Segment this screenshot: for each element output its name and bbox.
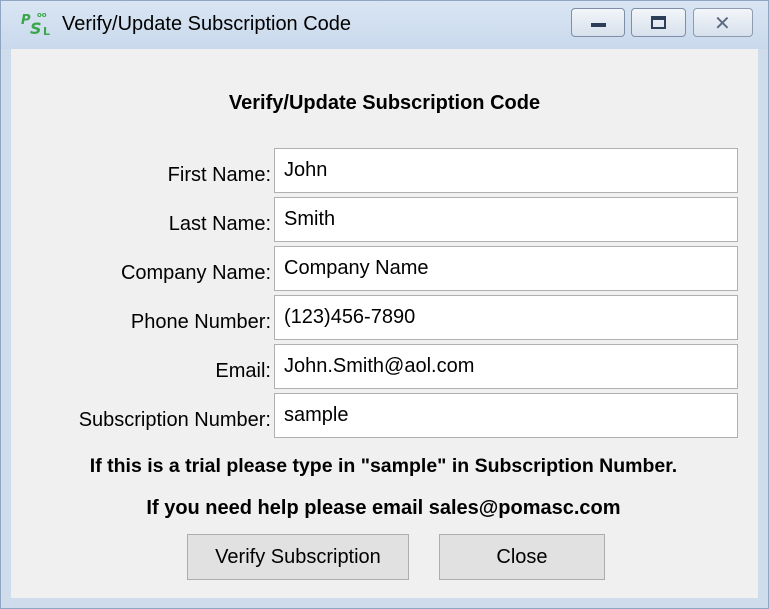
minimize-button[interactable] xyxy=(571,8,625,37)
verify-subscription-button[interactable]: Verify Subscription xyxy=(187,534,409,580)
close-button[interactable]: Close xyxy=(439,534,605,580)
minimize-icon xyxy=(591,23,606,27)
last-name-label: Last Name: xyxy=(168,213,271,235)
subscription-number-field[interactable] xyxy=(274,393,738,438)
help-note: If you need help please email sales@poma… xyxy=(146,497,621,519)
first-name-label: First Name: xyxy=(167,164,271,186)
phone-number-label: Phone Number: xyxy=(130,311,271,333)
dialog-heading: Verify/Update Subscription Code xyxy=(228,92,541,114)
maximize-icon xyxy=(651,16,666,29)
maximize-button[interactable] xyxy=(631,8,686,37)
psl-app-icon: Poo S L xyxy=(21,11,51,38)
first-name-field[interactable] xyxy=(274,148,738,193)
subscription-number-label: Subscription Number: xyxy=(78,409,271,431)
window-close-button[interactable]: ✕ xyxy=(693,8,753,37)
close-icon: ✕ xyxy=(714,11,731,35)
window-title: Verify/Update Subscription Code xyxy=(62,13,352,35)
phone-number-field[interactable] xyxy=(274,295,738,340)
trial-note: If this is a trial please type in "sampl… xyxy=(89,455,678,477)
company-name-field[interactable] xyxy=(274,246,738,291)
last-name-field[interactable] xyxy=(274,197,738,242)
company-name-label: Company Name: xyxy=(120,262,271,284)
email-field[interactable] xyxy=(274,344,738,389)
email-label: Email: xyxy=(215,360,271,382)
title-bar[interactable]: Poo S L Verify/Update Subscription Code ✕ xyxy=(1,1,768,49)
